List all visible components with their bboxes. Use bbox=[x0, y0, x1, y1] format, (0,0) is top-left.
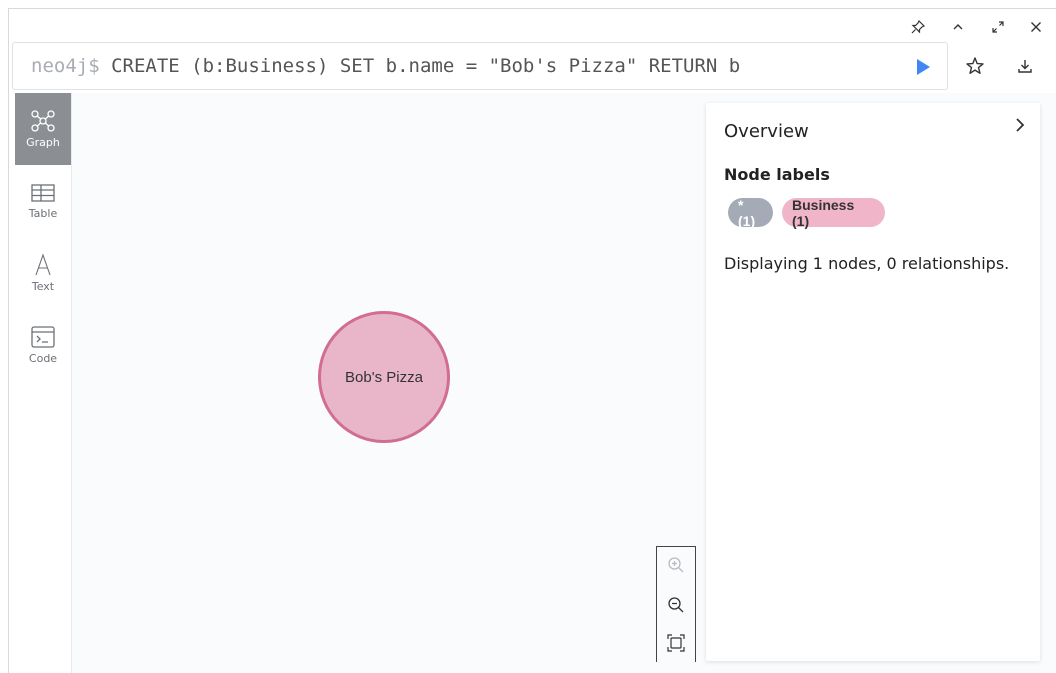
zoom-out-icon[interactable] bbox=[666, 595, 686, 615]
fit-to-screen-icon[interactable] bbox=[666, 633, 686, 653]
sidebar-item-label: Graph bbox=[26, 136, 60, 149]
text-icon bbox=[35, 253, 51, 276]
view-sidebar: Graph Table Text Code bbox=[15, 93, 72, 673]
query-editor[interactable]: neo4j$ CREATE (b:Business) SET b.name = … bbox=[12, 42, 948, 90]
query-text[interactable]: neo4j$ CREATE (b:Business) SET b.name = … bbox=[31, 55, 740, 77]
graph-node[interactable]: Bob's Pizza bbox=[318, 311, 450, 443]
sidebar-item-graph[interactable]: Graph bbox=[15, 93, 71, 165]
graph-icon bbox=[31, 110, 55, 132]
download-icon[interactable] bbox=[1014, 55, 1036, 77]
overview-panel: Overview Node labels * (1) Business (1) … bbox=[706, 103, 1040, 661]
result-summary: Displaying 1 nodes, 0 relationships. bbox=[724, 254, 1010, 273]
label-pill-all[interactable]: * (1) bbox=[728, 197, 773, 229]
query-statement[interactable]: CREATE (b:Business) SET b.name = "Bob's … bbox=[111, 55, 740, 77]
play-icon[interactable] bbox=[914, 58, 932, 76]
sidebar-item-table[interactable]: Table bbox=[15, 165, 71, 237]
table-icon bbox=[31, 184, 55, 202]
node-labels-heading: Node labels bbox=[724, 165, 830, 184]
sidebar-item-label: Code bbox=[28, 352, 58, 365]
sidebar-item-label: Table bbox=[28, 207, 58, 220]
node-caption: Bob's Pizza bbox=[345, 368, 423, 386]
fullscreen-icon[interactable] bbox=[986, 16, 1010, 38]
close-icon[interactable] bbox=[1024, 16, 1048, 38]
sidebar-item-label: Text bbox=[31, 280, 55, 293]
query-prompt: neo4j$ bbox=[31, 55, 100, 77]
label-pill-business[interactable]: Business (1) bbox=[782, 197, 885, 229]
zoom-in-icon[interactable] bbox=[666, 555, 686, 575]
zoom-controls bbox=[656, 546, 696, 662]
pin-icon[interactable] bbox=[906, 16, 930, 38]
sidebar-item-text[interactable]: Text bbox=[15, 237, 71, 309]
sidebar-item-code[interactable]: Code bbox=[15, 309, 71, 381]
collapse-up-icon[interactable] bbox=[946, 16, 970, 38]
chevron-right-icon[interactable] bbox=[1012, 117, 1028, 133]
code-icon bbox=[31, 326, 55, 348]
overview-title: Overview bbox=[724, 121, 809, 142]
star-icon[interactable] bbox=[964, 55, 986, 77]
